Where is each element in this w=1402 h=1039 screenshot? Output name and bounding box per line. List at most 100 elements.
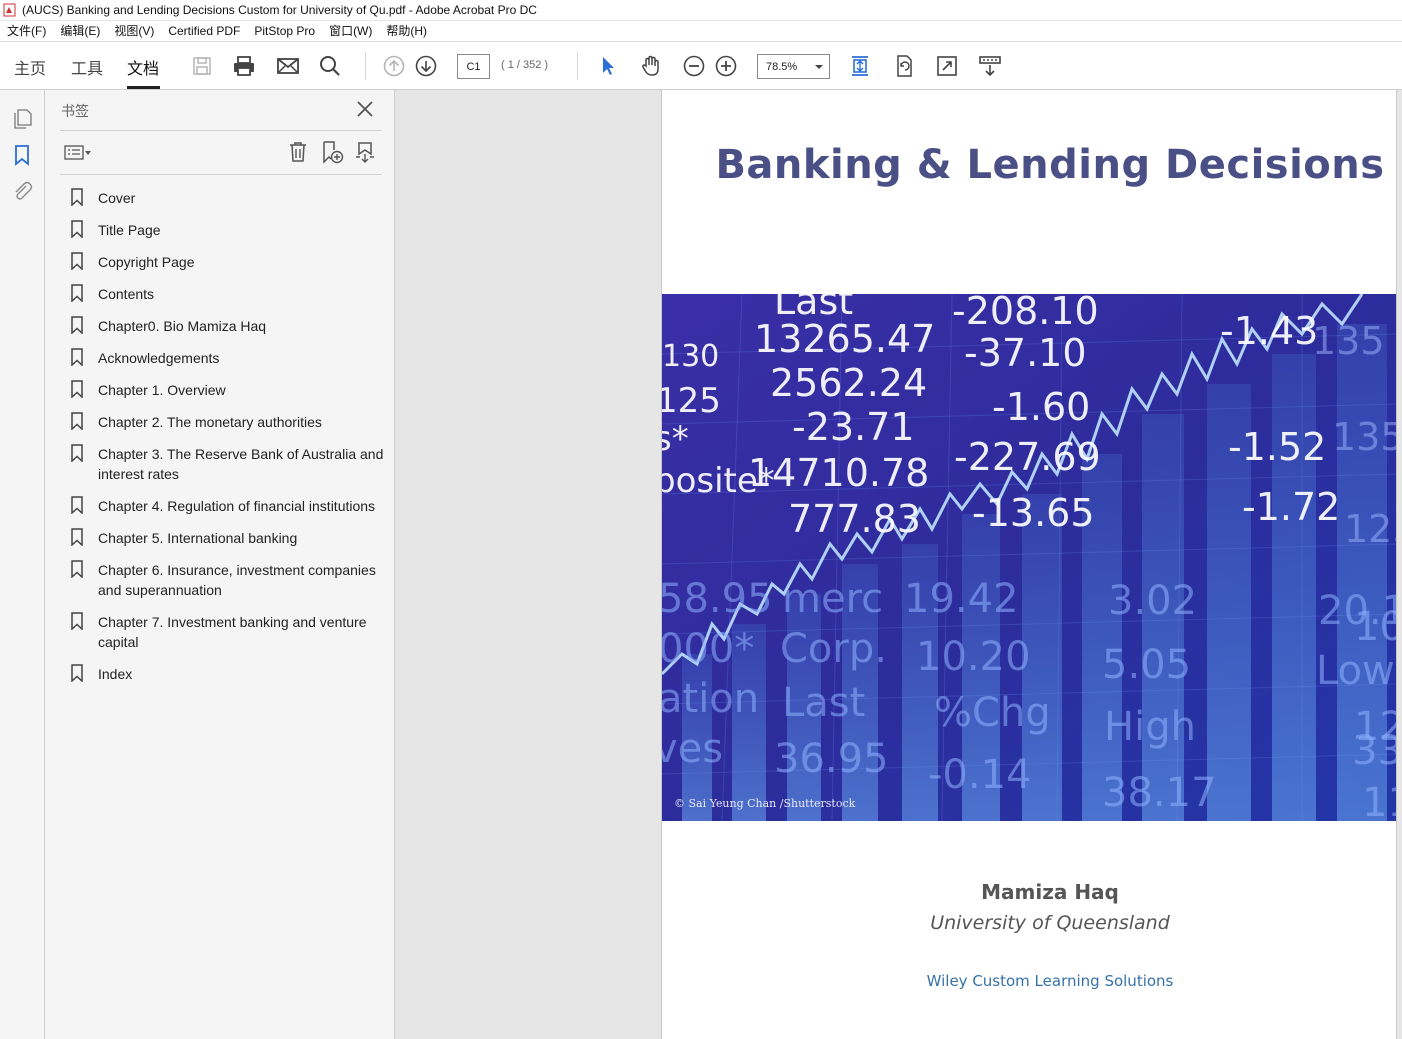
menu-bar: 文件(F) 编辑(E) 视图(V) Certified PDF PitStop … [0, 21, 1402, 42]
delete-bookmark-icon[interactable] [286, 140, 310, 164]
cover-number: merc [782, 576, 883, 622]
menu-edit[interactable]: 编辑(E) [53, 21, 107, 42]
bookmark-label: Chapter 3. The Reserve Bank of Australia… [98, 446, 384, 482]
toolbar-separator [577, 52, 578, 80]
zoom-in-icon[interactable] [714, 54, 738, 78]
hand-tool-icon[interactable] [639, 54, 663, 78]
bookmark-icon [70, 496, 84, 514]
tab-home[interactable]: 主页 [14, 55, 46, 79]
bookmark-icon [70, 252, 84, 270]
bookmark-item[interactable]: Chapter 4. Regulation of financial insti… [70, 496, 390, 516]
menu-window[interactable]: 窗口(W) [322, 21, 379, 42]
cover-number: 36.95 [774, 736, 889, 782]
bookmark-icon [70, 380, 84, 398]
menu-certified-pdf[interactable]: Certified PDF [161, 21, 247, 42]
cover-number: -23.71 [792, 405, 915, 449]
next-page-icon[interactable] [414, 54, 438, 78]
bookmark-item[interactable]: Chapter 1. Overview [70, 380, 390, 400]
bookmark-item[interactable]: Copyright Page [70, 252, 390, 272]
bookmark-item[interactable]: Chapter 5. International banking [70, 528, 390, 548]
cover-number: -1.43 [1220, 309, 1318, 353]
bookmark-item[interactable]: Chapter 7. Investment banking and ventur… [70, 612, 390, 652]
cover-number: 5.05 [1102, 642, 1191, 688]
bookmark-icon [70, 348, 84, 366]
cover-number: -208.10 [952, 294, 1099, 333]
tab-document[interactable]: 文档 [127, 55, 159, 79]
toolbar: 主页 工具 文档 C1 ( 1 / 352 ) 78.5% [0, 42, 1402, 90]
bookmark-icon [70, 412, 84, 430]
bookmark-item[interactable]: Title Page [70, 220, 390, 240]
cover-number: -0.14 [928, 752, 1032, 798]
chevron-down-icon [815, 65, 823, 69]
active-tab-indicator [127, 86, 160, 89]
attachment-icon[interactable] [11, 180, 33, 202]
fit-page-icon[interactable] [848, 54, 872, 78]
save-icon[interactable] [190, 54, 214, 78]
menu-pitstop-pro[interactable]: PitStop Pro [247, 21, 322, 42]
bookmark-icon [70, 560, 84, 578]
bookmark-item[interactable]: Chapter 6. Insurance, investment compani… [70, 560, 390, 600]
bookmark-item[interactable]: Chapter 2. The monetary authorities [70, 412, 390, 432]
expand-bookmark-icon[interactable] [353, 140, 377, 164]
page-thumbnails-icon[interactable] [11, 108, 33, 130]
select-cursor-icon[interactable] [596, 54, 620, 78]
bookmark-item[interactable]: Acknowledgements [70, 348, 390, 368]
bookmark-icon [70, 444, 84, 462]
bookmark-icon [70, 220, 84, 238]
bookmark-label: Chapter0. Bio Mamiza Haq [98, 318, 267, 334]
rotate-page-icon[interactable] [892, 54, 916, 78]
page-number-input[interactable]: C1 [457, 54, 490, 79]
cover-number: Low [1316, 648, 1395, 694]
bookmark-label: Copyright Page [98, 254, 195, 270]
bookmark-label: Title Page [98, 222, 161, 238]
cover-image: Last 13265.47 2562.24 -23.71 14710.78 77… [662, 294, 1397, 821]
bookmark-label: Chapter 7. Investment banking and ventur… [98, 614, 367, 650]
close-icon[interactable] [355, 99, 375, 119]
bookmark-label: Chapter 2. The monetary authorities [98, 414, 322, 430]
bookmark-icon [70, 284, 84, 302]
bookmarks-panel-title: 书签 [61, 103, 89, 119]
email-icon[interactable] [276, 54, 300, 78]
fullscreen-icon[interactable] [935, 54, 959, 78]
bookmark-item[interactable]: Chapter 3. The Reserve Bank of Australia… [70, 444, 390, 484]
cover-number: Last [782, 680, 865, 726]
read-mode-icon[interactable] [978, 54, 1002, 78]
cover-number: 10.25 [1354, 604, 1397, 650]
cover-number: posite* [662, 461, 775, 501]
print-icon[interactable] [232, 54, 256, 78]
toolbar-separator [365, 52, 366, 80]
zoom-out-icon[interactable] [682, 54, 706, 78]
menu-help[interactable]: 帮助(H) [379, 21, 434, 42]
image-credit: © Sai Yeung Chan /Shutterstock [674, 797, 856, 810]
bookmark-item[interactable]: Index [70, 664, 390, 684]
bookmark-item[interactable]: Chapter0. Bio Mamiza Haq [70, 316, 390, 336]
bookmark-icon [70, 612, 84, 630]
previous-page-icon[interactable] [382, 54, 406, 78]
cover-number: 14710.78 [748, 451, 929, 495]
cover-number: 125 [1344, 507, 1397, 551]
panel-divider [60, 130, 382, 131]
cover-number: ation [662, 676, 759, 722]
menu-view[interactable]: 视图(V) [107, 21, 161, 42]
bookmark-item[interactable]: Cover [70, 188, 390, 208]
document-viewport: Banking & Lending Decisions Last 13265.4… [395, 90, 1402, 1039]
cover-number: 13265.47 [754, 317, 935, 361]
bookmark-options-icon[interactable] [63, 142, 95, 164]
bookmark-icon [70, 528, 84, 546]
page-count: ( 1 / 352 ) [501, 59, 549, 71]
zoom-select[interactable]: 78.5% [757, 54, 830, 79]
menu-file[interactable]: 文件(F) [0, 21, 53, 42]
search-icon[interactable] [318, 54, 342, 78]
cover-number: 10.20 [916, 634, 1031, 680]
cover-number: 19.42 [904, 576, 1019, 622]
bookmark-panel-icon[interactable] [11, 144, 33, 166]
cover-number: 125 [662, 381, 721, 421]
new-bookmark-icon[interactable] [320, 140, 344, 164]
cover-number: 58.95 [662, 576, 773, 622]
bookmark-label: Index [98, 666, 133, 682]
author-name: Mamiza Haq [981, 880, 1119, 904]
bookmark-item[interactable]: Contents [70, 284, 390, 304]
tab-tools[interactable]: 工具 [71, 55, 103, 79]
title-bar: (AUCS) Banking and Lending Decisions Cus… [0, 0, 1402, 21]
cover-number: 135 [1312, 319, 1385, 363]
